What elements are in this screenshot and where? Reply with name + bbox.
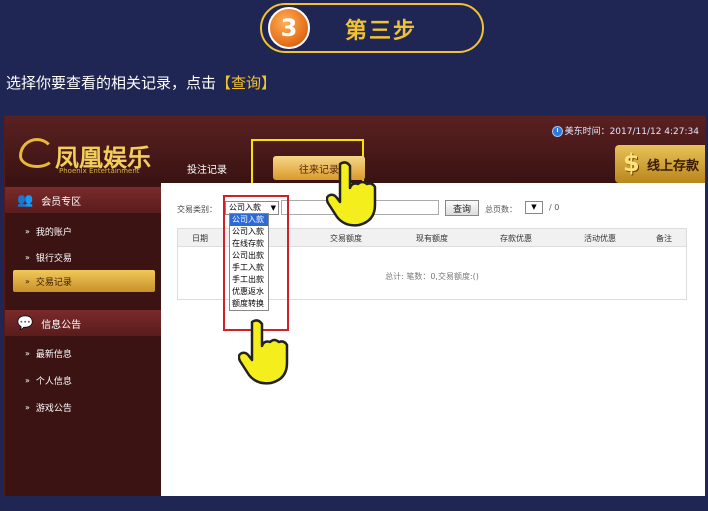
query-button[interactable]: 查询 <box>445 200 479 216</box>
phoenix-logo-icon <box>19 138 55 168</box>
sidebar-section-label: 会员专区 <box>41 196 82 208</box>
sidebar-section-info[interactable]: 💬 信息公告 <box>5 310 161 336</box>
step-title: 第三步 <box>345 19 418 44</box>
total-pages-label: 总页数： <box>485 205 517 214</box>
pointer-hand-icon <box>238 319 289 385</box>
dollar-coin-icon: $ <box>623 149 640 177</box>
sidebar-item-personal-info[interactable]: » 个人信息 <box>13 369 155 391</box>
chevron-right-icon: » <box>25 252 30 262</box>
sidebar-item-label: 游戏公告 <box>35 403 72 414</box>
chevron-right-icon: » <box>25 276 30 286</box>
tab-bet-records[interactable]: 投注记录 <box>185 156 229 180</box>
users-icon: 👥 <box>17 192 34 208</box>
message-icon: 💬 <box>17 315 34 331</box>
clock-icon <box>551 126 563 137</box>
instruction-prefix: 选择你要查看的相关记录，点击 <box>6 74 217 92</box>
online-deposit-button[interactable]: $ 线上存款 <box>615 145 705 183</box>
sidebar-item-label: 交易记录 <box>35 277 72 288</box>
chevron-right-icon: » <box>25 402 30 412</box>
deposit-label: 线上存款 <box>646 158 699 174</box>
column-header: 现有额度 <box>416 234 448 243</box>
dropdown-highlight-box <box>223 195 289 331</box>
sidebar-item-label: 银行交易 <box>35 253 72 264</box>
chevron-right-icon: » <box>25 348 30 358</box>
sidebar-section-label: 信息公告 <box>41 319 82 331</box>
page-select[interactable]: ▼ <box>525 201 543 214</box>
column-header: 日期 <box>192 234 208 243</box>
sidebar-item-my-account[interactable]: » 我的账户 <box>13 220 155 242</box>
instruction-text: 选择你要查看的相关记录，点击【查询】 <box>6 72 276 93</box>
sidebar-item-label: 我的账户 <box>35 227 72 238</box>
sidebar-item-bank-transactions[interactable]: » 银行交易 <box>13 246 155 268</box>
page-count: / 0 <box>549 203 560 212</box>
instruction-highlight: 【查询】 <box>216 74 277 92</box>
sidebar-item-label: 个人信息 <box>35 376 72 387</box>
sidebar: 👥 会员专区 » 我的账户 » 银行交易 » 交易记录 💬 信息公告 » 最新信息 » 个… <box>5 183 161 496</box>
logo-subtitle: Phoenix Entertainment <box>59 167 140 175</box>
column-header: 活动优惠 <box>584 234 616 243</box>
sidebar-section-member[interactable]: 👥 会员专区 <box>5 187 161 213</box>
chevron-right-icon: » <box>25 226 30 236</box>
column-header: 交易额度 <box>330 234 362 243</box>
step-number-badge: 3 <box>268 7 310 49</box>
pointer-hand-icon <box>326 161 377 227</box>
sidebar-item-transaction-records[interactable]: » 交易记录 <box>13 270 155 292</box>
sidebar-item-label: 最新信息 <box>35 349 72 360</box>
column-header: 备注 <box>656 234 672 243</box>
chevron-right-icon: » <box>25 375 30 385</box>
server-clock: 美东时间：2017/11/12 4:27:34 <box>551 124 699 137</box>
type-filter-label: 交易类别： <box>177 205 217 214</box>
column-header: 存款优惠 <box>500 234 532 243</box>
clock-text: 美东时间：2017/11/12 4:27:34 <box>564 127 699 137</box>
sidebar-item-latest-news[interactable]: » 最新信息 <box>13 342 155 364</box>
sidebar-item-game-notices[interactable]: » 游戏公告 <box>13 396 155 418</box>
